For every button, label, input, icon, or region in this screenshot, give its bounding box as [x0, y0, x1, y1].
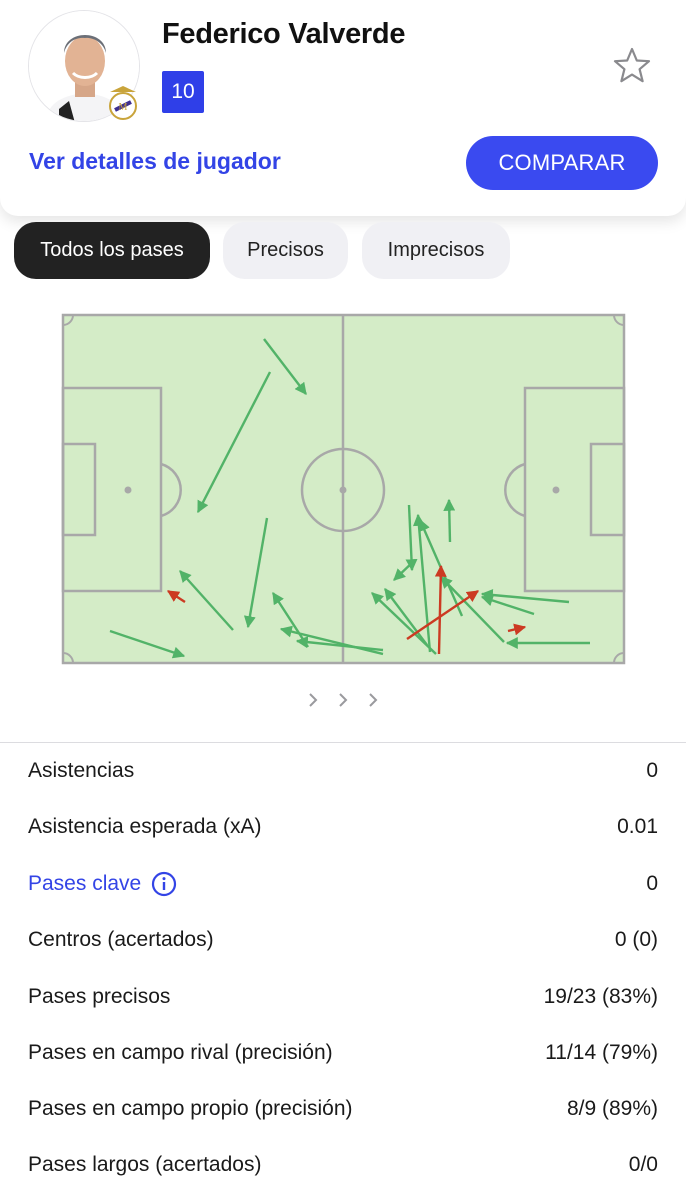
stat-label: Pases largos (acertados): [28, 1153, 262, 1176]
stat-row-assists: Asistencias 0: [28, 751, 658, 791]
pass-map-pitch: [61, 313, 626, 665]
stat-value: 0: [646, 759, 658, 782]
chevron-right-icon: [309, 693, 318, 707]
stat-value: 0 (0): [614, 928, 658, 951]
right-penalty-spot: [552, 486, 560, 494]
tab-all-passes[interactable]: Todos los pases: [14, 222, 210, 279]
center-spot: [339, 486, 347, 494]
section-divider: [0, 742, 686, 743]
stat-label: Centros (acertados): [28, 928, 214, 951]
stat-label: Pases en campo rival (precisión): [28, 1041, 333, 1064]
player-details-link[interactable]: Ver detalles de jugador: [29, 148, 281, 175]
pass-arrow-accurate: [443, 498, 456, 543]
info-icon[interactable]: [151, 871, 177, 897]
stat-row-crosses: Centros (acertados) 0 (0): [28, 920, 658, 960]
stat-row-accurate-passes: Pases precisos 19/23 (83%): [28, 977, 658, 1017]
stat-label: Asistencia esperada (xA): [28, 815, 262, 838]
stat-value: 19/23 (83%): [543, 985, 658, 1008]
player-name: Federico Valverde: [162, 18, 406, 50]
stat-value: 8/9 (89%): [566, 1097, 658, 1120]
stat-row-expected-assists: Asistencia esperada (xA) 0.01: [28, 807, 658, 847]
stat-value: 11/14 (79%): [545, 1041, 658, 1064]
chevron-right-icon: [339, 693, 348, 707]
pass-map-pager[interactable]: [300, 688, 390, 712]
real-madrid-crest-icon: M: [109, 86, 137, 120]
stat-label: Pases precisos: [28, 985, 171, 1008]
chevron-right-icon: [369, 693, 378, 707]
svg-text:M: M: [119, 102, 128, 113]
left-penalty-spot: [124, 486, 132, 494]
compare-button[interactable]: COMPARAR: [466, 136, 658, 190]
stat-value: 0/0: [628, 1153, 658, 1176]
tab-accurate[interactable]: Precisos: [223, 222, 348, 279]
stat-label[interactable]: Pases clave: [28, 872, 141, 896]
key-passes-link-wrap[interactable]: Pases clave: [28, 871, 177, 897]
tab-inaccurate[interactable]: Imprecisos: [362, 222, 510, 279]
star-outline-icon[interactable]: [612, 46, 652, 84]
stat-label: Pases en campo propio (precisión): [28, 1097, 353, 1120]
stat-value: 0.01: [617, 815, 658, 838]
shirt-number-badge: 10: [162, 71, 204, 113]
stat-row-long-balls: Pases largos (acertados) 0/0: [28, 1145, 658, 1185]
player-header-card: M Federico Valverde 10 Ver detalles de j…: [0, 0, 686, 216]
stat-row-own-half-passes: Pases en campo propio (precisión) 8/9 (8…: [28, 1089, 658, 1129]
stat-label: Asistencias: [28, 759, 135, 782]
stat-value: 0: [646, 872, 658, 895]
stat-row-opponent-half-passes: Pases en campo rival (precisión) 11/14 (…: [28, 1033, 658, 1073]
stat-row-key-passes: Pases clave 0: [28, 864, 658, 904]
